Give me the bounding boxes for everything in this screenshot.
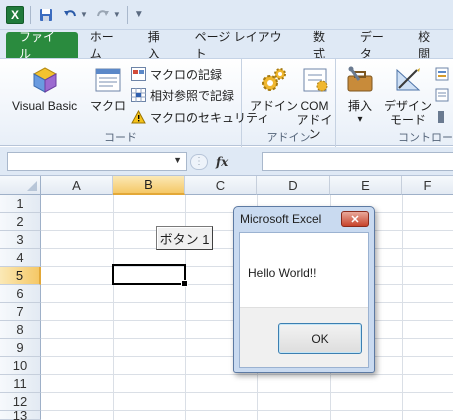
row-header-7[interactable]: 7 [0,303,41,321]
view-code-button[interactable] [434,86,450,104]
record-macro-icon [130,66,146,82]
relative-reference-icon [130,87,146,103]
insert-control-button[interactable]: 挿入 ▾ [344,65,376,127]
undo-dropdown-icon[interactable]: ▼ [80,10,88,19]
form-button-1[interactable]: ボタン 1 [156,226,213,250]
row-header-4[interactable]: 4 [0,249,41,267]
worksheet-grid[interactable]: A B C D E F 1 2 3 4 5 6 7 8 9 10 11 12 1… [0,176,453,420]
relative-reference-button[interactable]: 相対参照で記録 [130,86,234,104]
tab-formulas[interactable]: 数式 [301,30,348,61]
customize-qat-icon[interactable]: ▼ [134,9,144,20]
design-mode-label-2: モード [390,113,427,127]
redo-dropdown-icon[interactable]: ▼ [113,10,121,19]
row-header-13[interactable]: 13 [0,408,41,420]
grid-line [41,392,453,393]
insert-function-icon[interactable]: fx [216,155,228,169]
column-header-d[interactable]: D [257,176,330,195]
code-group-label: コード [104,132,137,144]
undo-icon[interactable] [61,6,79,24]
toolbox-icon [344,65,376,95]
tab-home[interactable]: ホーム [78,30,136,61]
record-macro-button[interactable]: マクロの記録 [130,65,222,83]
visual-basic-label: Visual Basic [12,99,78,113]
row-header-3[interactable]: 3 [0,231,41,249]
addin-label: アドイン [250,99,299,113]
column-header-e[interactable]: E [330,176,402,195]
addin-button[interactable]: アドイン [250,65,298,113]
controls-group-label: コントロー [398,132,453,144]
macro-label: マクロ [90,99,127,113]
dialog-footer: OK [240,307,368,367]
com-addin-label: COM [300,99,329,113]
grid-line [41,410,453,411]
properties-button[interactable] [434,65,450,83]
relative-reference-label: 相対参照で記録 [150,88,235,103]
row-header-5[interactable]: 5 [0,267,41,285]
macro-button[interactable]: マクロ [90,65,126,113]
column-header-c[interactable]: C [185,176,257,195]
row-header-9[interactable]: 9 [0,339,41,357]
column-header-f[interactable]: F [402,176,453,195]
row-header-11[interactable]: 11 [0,375,41,393]
record-macro-label: マクロの記録 [150,67,223,82]
quick-access-toolbar: X ▼ ▼ ▼ [0,0,453,30]
ok-button[interactable]: OK [278,323,362,354]
visual-basic-icon [29,65,61,95]
column-header-a[interactable]: A [41,176,113,195]
tab-data[interactable]: データ [348,30,406,61]
tab-review[interactable]: 校閲 [406,30,453,61]
warning-icon [130,109,146,125]
active-cell-b5[interactable] [112,264,188,287]
run-dialog-button[interactable] [434,108,450,126]
name-box[interactable]: ▼ [7,152,187,171]
column-header-b[interactable]: B [113,176,185,195]
name-box-dropdown-icon[interactable]: ▼ [173,155,182,165]
row-header-8[interactable]: 8 [0,321,41,339]
ribbon: Visual Basic マクロ マクロの記録 相対参照で記録 マクロのセキュリ… [0,58,453,147]
select-all-corner[interactable] [0,176,41,195]
formula-controls: ⋮ fx [190,152,246,171]
toolbar-separator [30,5,31,24]
view-code-icon [434,87,450,103]
grid-line [402,195,403,420]
formula-options-icon[interactable]: ⋮ [190,153,208,170]
addin-group-label: アドイン [266,132,311,144]
row-header-1[interactable]: 1 [0,195,41,213]
row-header-6[interactable]: 6 [0,285,41,303]
tab-file[interactable]: ファイル [6,30,78,61]
macro-icon [92,65,124,95]
row-header-10[interactable]: 10 [0,357,41,375]
design-mode-button[interactable]: デザイン モード [384,65,432,127]
com-addin-icon [299,65,331,95]
save-icon[interactable] [37,6,55,24]
addin-group: アドイン COM アドイン アドイン [242,59,336,147]
dialog-content: Hello World!! OK [239,232,369,368]
design-mode-icon [392,65,424,95]
close-icon[interactable]: ✕ [341,211,369,227]
controls-group: 挿入 ▾ デザイン モード コントロー [336,59,453,147]
run-dialog-icon [434,109,450,125]
design-mode-label: デザイン [384,99,433,113]
tab-page-layout[interactable]: ページ レイアウト [183,30,301,61]
ribbon-tabs: ファイル ホーム 挿入 ページ レイアウト 数式 データ 校閲 [0,30,453,61]
dialog-message: Hello World!! [248,266,317,280]
code-group: Visual Basic マクロ マクロの記録 相対参照で記録 マクロのセキュリ… [0,59,269,147]
insert-control-label: 挿入 [347,99,372,113]
formula-bar: ▼ ⋮ fx [0,147,453,176]
tab-insert[interactable]: 挿入 [136,30,183,61]
redo-icon[interactable] [94,6,112,24]
visual-basic-button[interactable]: Visual Basic [12,65,77,113]
grid-line [41,374,453,375]
addin-gear-icon [258,65,290,95]
insert-dropdown-icon: ▾ [357,114,363,125]
properties-icon [434,66,450,82]
grid-line [113,195,114,420]
message-box-dialog: Microsoft Excel ✕ Hello World!! OK [233,206,375,373]
toolbar-separator [126,5,128,24]
formula-input[interactable] [262,152,453,171]
excel-logo-icon[interactable]: X [6,5,24,24]
row-header-2[interactable]: 2 [0,213,41,231]
